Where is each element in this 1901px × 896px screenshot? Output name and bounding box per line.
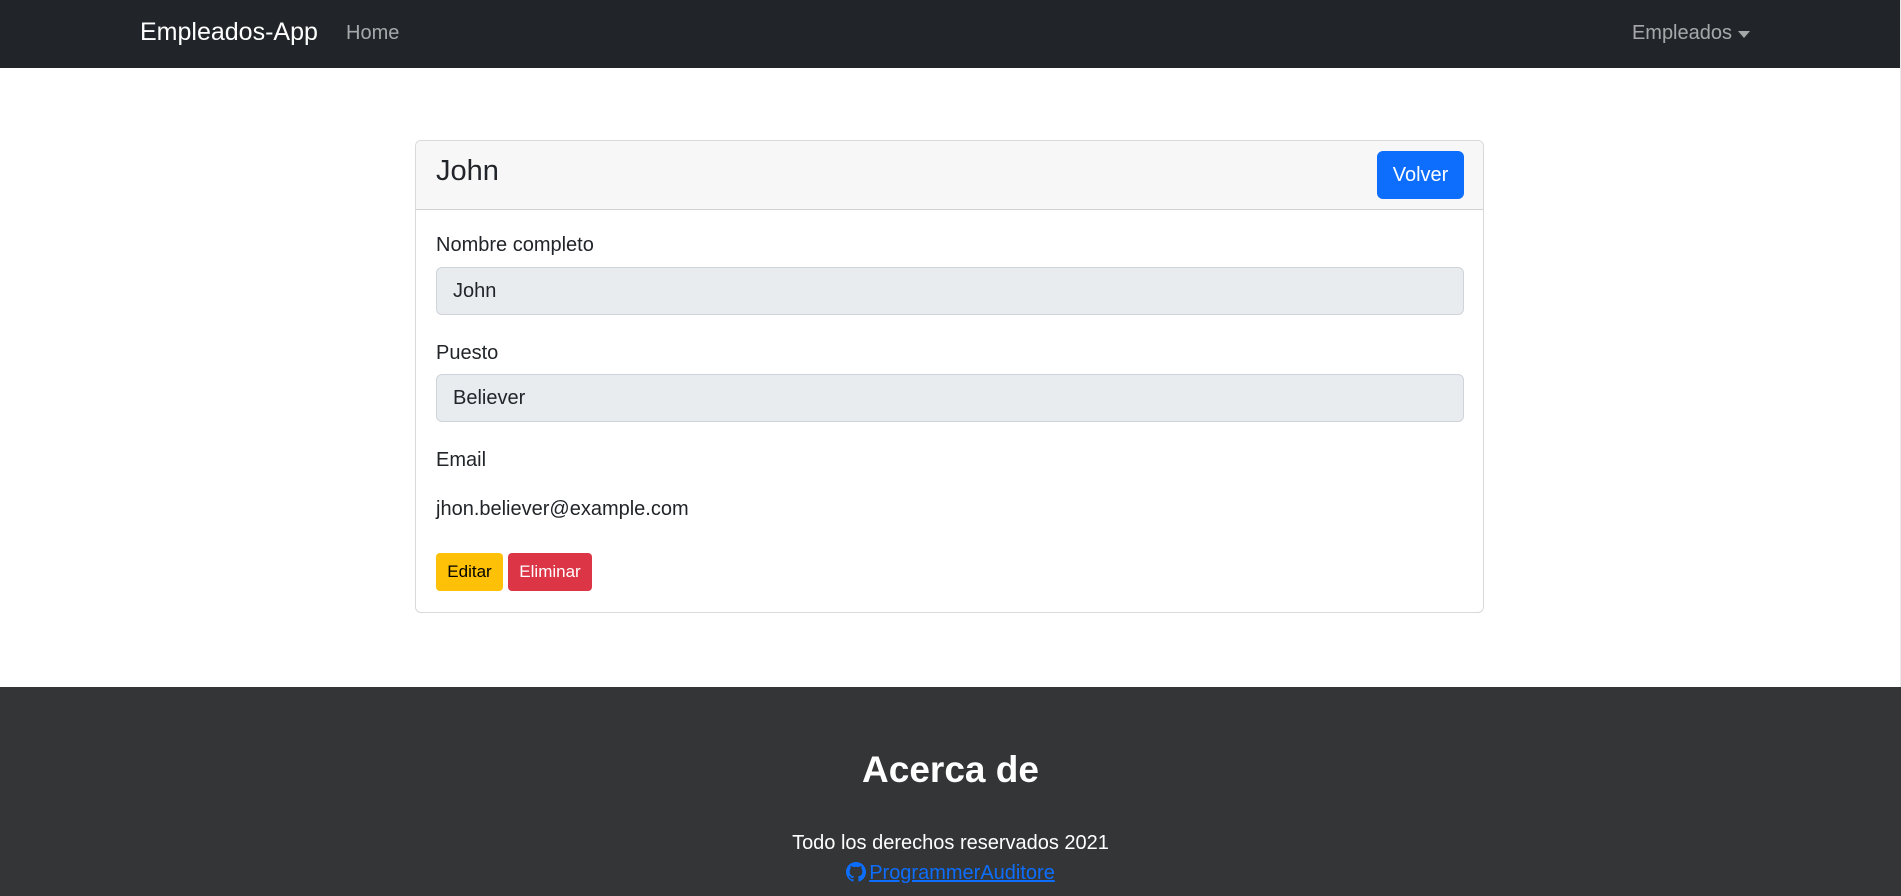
footer-link-row: ProgrammerAuditore [0,862,1901,885]
footer: Acerca de Todo los derechos reservados 2… [0,687,1901,896]
position-field[interactable] [436,374,1464,422]
github-link-text: ProgrammerAuditore [869,862,1055,884]
delete-button[interactable]: Eliminar [508,553,592,591]
edit-button[interactable]: Editar [436,553,503,591]
full-name-field[interactable] [436,267,1464,315]
github-icon [846,862,867,882]
full-name-label: Nombre completo [436,234,594,256]
footer-title: Acerca de [862,749,1039,790]
empleados-dropdown-label: Empleados [1631,22,1732,44]
nav-link-home[interactable]: Home [346,22,399,45]
empleados-dropdown[interactable]: Empleados [1632,22,1750,45]
navbar-brand[interactable]: Empleados-App [140,18,318,47]
back-button[interactable]: Volver [1377,151,1464,199]
card-header: John Volver [416,141,1483,210]
position-label: Puesto [436,342,499,364]
caret-down-icon [1738,30,1750,38]
employee-card: John Volver Nombre completo Puesto Email… [415,140,1484,613]
employee-name-title: John [436,155,499,187]
email-label: Email [436,449,487,471]
top-navbar: Empleados-App Home Empleados [0,0,1901,68]
email-value: jhon.believer@example.com [436,498,689,520]
github-profile-link[interactable]: ProgrammerAuditore [846,862,1055,884]
footer-rights: Todo los derechos reservados 2021 [792,832,1109,854]
